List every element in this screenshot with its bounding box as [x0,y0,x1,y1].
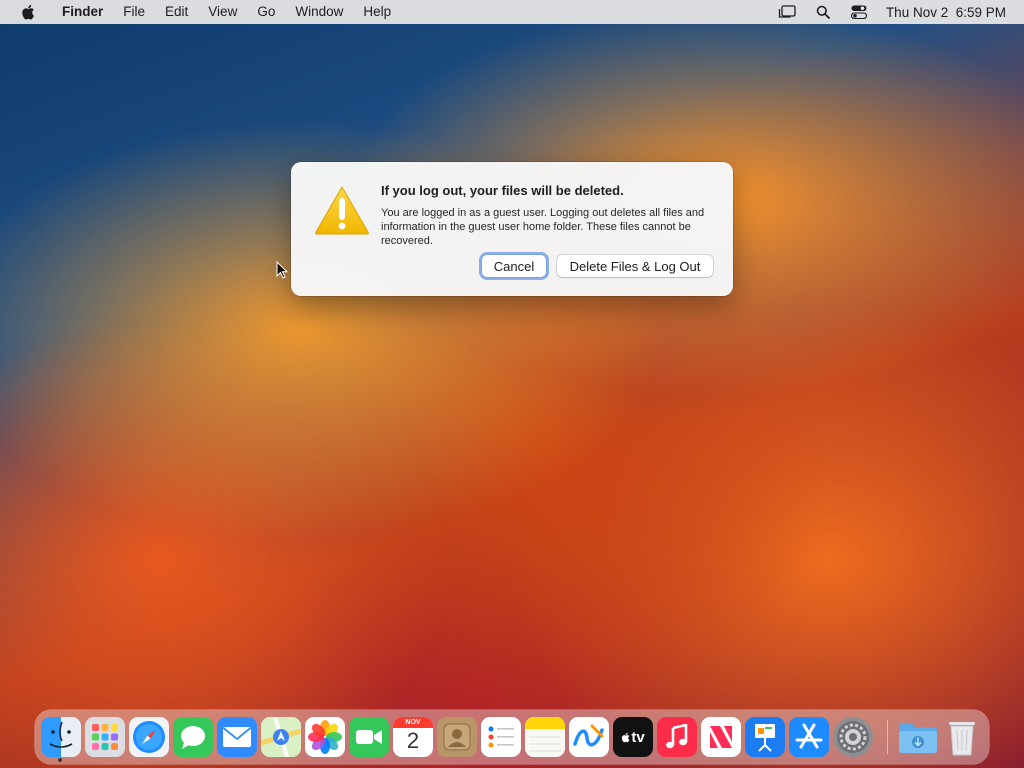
control-center-icon[interactable] [850,3,868,21]
calendar-icon[interactable]: NOV 2 [393,717,433,757]
menu-edit[interactable]: Edit [155,0,198,24]
menu-view[interactable]: View [198,0,247,24]
messages-icon[interactable] [173,717,213,757]
clock[interactable]: Thu Nov 2 6:59 PM [886,5,1006,20]
calendar-day: 2 [406,728,420,753]
contacts-icon[interactable] [437,717,477,757]
downloads-folder-icon[interactable] [898,717,938,757]
stage-manager-icon[interactable] [778,3,796,21]
cancel-button[interactable]: Cancel [482,255,546,277]
launchpad-icon[interactable] [85,717,125,757]
system-settings-icon[interactable] [833,717,873,757]
keynote-icon[interactable] [745,717,785,757]
delete-files-log-out-button[interactable]: Delete Files & Log Out [557,255,713,277]
finder-icon[interactable] [41,717,81,757]
logout-alert-dialog: If you log out, your files will be delet… [291,162,733,296]
mouse-pointer-icon [276,260,289,279]
menu-bar: Finder File Edit View Go Window Help Thu… [0,0,1024,24]
dialog-message: You are logged in as a guest user. Loggi… [381,207,705,247]
reminders-icon[interactable] [481,717,521,757]
photos-icon[interactable] [305,717,345,757]
spotlight-search-icon[interactable] [814,3,832,21]
music-icon[interactable] [657,717,697,757]
menu-go[interactable]: Go [247,0,285,24]
trash-icon[interactable] [942,717,982,757]
dock-separator [887,720,888,754]
maps-icon[interactable] [261,717,301,757]
dialog-title: If you log out, your files will be delet… [381,183,624,198]
calendar-month: NOV [393,717,433,728]
apple-tv-label: tv [631,728,645,746]
warning-icon [313,184,371,236]
apple-tv-icon[interactable]: tv [613,717,653,757]
dock: NOV 2 tv [35,710,989,764]
safari-icon[interactable] [129,717,169,757]
menu-help[interactable]: Help [353,0,401,24]
menu-window[interactable]: Window [285,0,353,24]
apple-menu-icon[interactable] [18,2,38,22]
notes-icon[interactable] [525,717,565,757]
app-store-icon[interactable] [789,717,829,757]
freeform-icon[interactable] [569,717,609,757]
menu-finder[interactable]: Finder [52,0,113,24]
mail-icon[interactable] [217,717,257,757]
menu-file[interactable]: File [113,0,155,24]
finder-running-indicator [58,758,62,762]
facetime-icon[interactable] [349,717,389,757]
news-icon[interactable] [701,717,741,757]
